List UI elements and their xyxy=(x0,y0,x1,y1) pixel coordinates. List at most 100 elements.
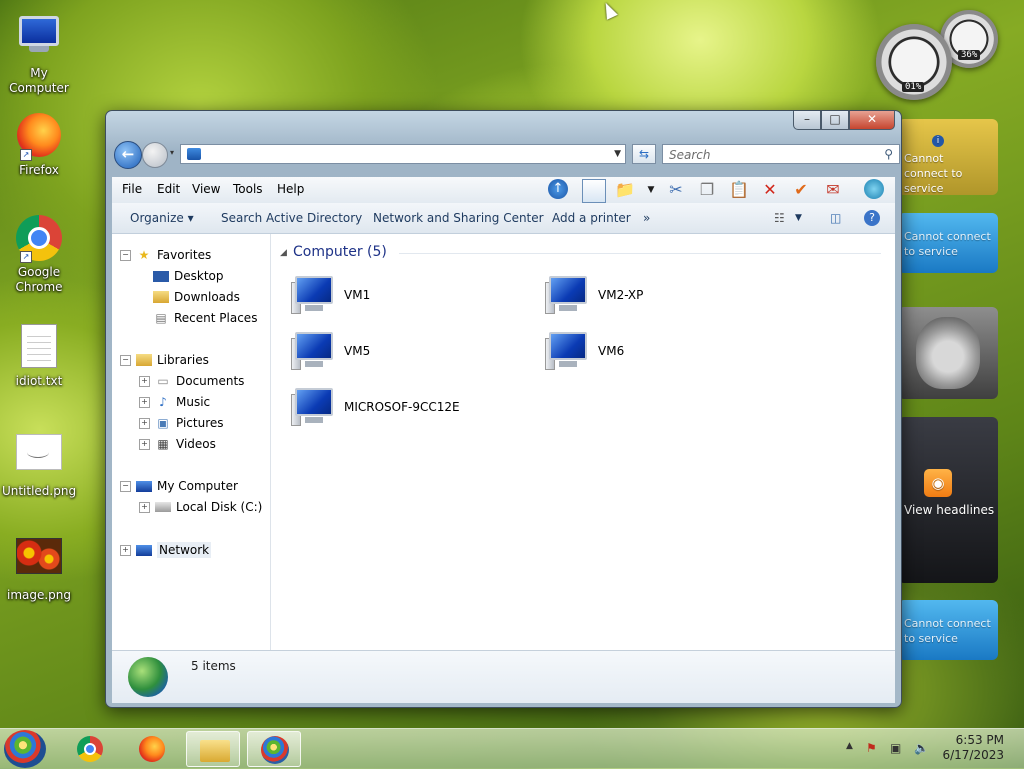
maximize-button[interactable]: □ xyxy=(821,111,849,130)
preview-pane-toggle-icon[interactable]: ◫ xyxy=(830,211,841,225)
item-label: MICROSOF-9CC12E xyxy=(344,400,460,414)
menu-edit[interactable]: Edit xyxy=(157,182,180,196)
videos-icon: ▦ xyxy=(157,437,169,451)
forward-button[interactable] xyxy=(142,142,168,168)
koala-photo xyxy=(916,317,980,389)
nav-videos[interactable]: + ▦ Videos xyxy=(139,437,216,451)
network-computer-item[interactable]: VM2-XP xyxy=(545,274,643,316)
action-center-icon[interactable]: ⚑ xyxy=(866,741,877,755)
organize-button[interactable]: Organize ▾ xyxy=(130,211,194,225)
search-active-directory-button[interactable]: Search Active Directory xyxy=(221,211,362,225)
preview-pane-icon[interactable] xyxy=(582,179,606,203)
more-commands-button[interactable]: » xyxy=(643,211,650,225)
refresh-icon: ⇆ xyxy=(638,147,650,161)
collapse-icon[interactable]: − xyxy=(120,354,131,366)
network-computer-item[interactable]: VM5 xyxy=(291,330,370,372)
nav-libraries[interactable]: − Libraries xyxy=(120,353,209,367)
globe-icon[interactable] xyxy=(864,179,884,199)
back-button[interactable]: ← xyxy=(114,141,142,169)
nav-pictures[interactable]: + ▣ Pictures xyxy=(139,416,224,430)
expand-icon[interactable]: + xyxy=(139,396,150,408)
nav-desktop[interactable]: Desktop xyxy=(153,269,224,283)
nav-recent-places[interactable]: ▤ Recent Places xyxy=(153,311,257,325)
desktop-icon-image-png[interactable]: image.png xyxy=(0,532,78,603)
slideshow-gadget[interactable] xyxy=(898,307,998,399)
desktop-icon-my-computer[interactable]: My Computer xyxy=(0,10,78,96)
caption-buttons: – □ ✕ xyxy=(793,111,895,130)
command-bar: Organize ▾ Search Active Directory Netwo… xyxy=(112,203,895,234)
taskbar-explorer[interactable] xyxy=(186,731,240,767)
weather-gadget-2[interactable]: Cannot connect to service xyxy=(898,600,998,660)
feed-headlines-gadget[interactable]: ◉ View headlines xyxy=(898,417,998,583)
weather-gadget[interactable]: Cannot connect to service xyxy=(898,213,998,273)
nav-documents[interactable]: + ▭ Documents xyxy=(139,374,244,388)
network-sharing-center-button[interactable]: Network and Sharing Center xyxy=(373,211,544,225)
desktop-icon-untitled-png[interactable]: Untitled.png xyxy=(0,428,78,499)
menu-file[interactable]: File xyxy=(122,182,142,196)
group-header[interactable]: Computer (5) xyxy=(293,244,387,260)
desktop-icon-idiot-txt[interactable]: idiot.txt xyxy=(0,324,78,389)
network-computer-icon xyxy=(291,330,337,372)
nav-network[interactable]: + Network xyxy=(120,542,212,558)
network-computer-item[interactable]: VM1 xyxy=(291,274,370,316)
delete-icon[interactable]: ✕ xyxy=(759,179,781,201)
nav-favorites[interactable]: − ★ Favorites xyxy=(120,248,211,262)
group-collapse-icon[interactable]: ◢ xyxy=(280,248,287,258)
system-clock[interactable]: 6:53 PM 6/17/2023 xyxy=(940,733,1004,763)
show-hidden-icons[interactable]: ▲ xyxy=(846,741,853,751)
menu-help[interactable]: Help xyxy=(277,182,304,196)
expand-icon[interactable]: + xyxy=(139,438,150,450)
taskbar-firefox[interactable] xyxy=(124,731,178,767)
view-headlines-link[interactable]: View headlines xyxy=(904,503,994,518)
start-button[interactable] xyxy=(4,730,46,768)
taskbar-chrome[interactable] xyxy=(62,731,116,767)
minimize-button[interactable]: – xyxy=(793,111,821,130)
memory-reading: 36% xyxy=(958,50,981,60)
network-computer-icon xyxy=(545,330,591,372)
expand-icon[interactable]: + xyxy=(120,544,131,556)
search-icon[interactable]: ⚲ xyxy=(884,147,893,161)
change-view-icon[interactable]: ☷ xyxy=(774,211,785,225)
copy-icon[interactable]: ❐ xyxy=(696,179,718,201)
item-label: VM5 xyxy=(344,344,371,358)
view-dropdown-icon[interactable]: ▼ xyxy=(795,213,802,223)
paste-icon[interactable]: 📋 xyxy=(728,179,750,201)
volume-icon[interactable]: 🔈 xyxy=(914,741,929,755)
close-button[interactable]: ✕ xyxy=(849,111,895,130)
explorer-window[interactable]: – □ ✕ ← ▾ ▼ ⇆ ⚲ File Edit View Tools Hel… xyxy=(105,110,902,708)
nav-local-disk[interactable]: + Local Disk (C:) xyxy=(139,500,262,514)
nav-downloads[interactable]: Downloads xyxy=(153,290,240,304)
email-icon[interactable]: ✉ xyxy=(822,179,844,201)
refresh-button[interactable]: ⇆ xyxy=(632,144,656,164)
expand-icon[interactable]: + xyxy=(139,375,150,387)
add-printer-button[interactable]: Add a printer xyxy=(552,211,631,225)
desktop-icon-firefox[interactable]: ↗ Firefox xyxy=(0,113,78,178)
dropdown-arrow-icon[interactable]: ▼ xyxy=(640,179,662,201)
search-input[interactable] xyxy=(667,146,871,164)
nav-music[interactable]: + ♪ Music xyxy=(139,395,210,409)
recent-pages-dropdown[interactable]: ▾ xyxy=(170,148,174,157)
address-dropdown-icon[interactable]: ▼ xyxy=(614,145,621,163)
expand-icon[interactable]: + xyxy=(139,417,150,429)
expand-icon[interactable]: + xyxy=(139,501,150,513)
help-icon[interactable]: ? xyxy=(864,210,880,226)
currency-gadget[interactable]: i Cannot connect to service xyxy=(898,119,998,195)
collapse-icon[interactable]: − xyxy=(120,480,131,492)
network-computer-item[interactable]: VM6 xyxy=(545,330,624,372)
menu-view[interactable]: View xyxy=(192,182,220,196)
collapse-icon[interactable]: − xyxy=(120,249,131,261)
search-box[interactable]: ⚲ xyxy=(662,144,900,164)
up-folder-icon[interactable]: ↑ xyxy=(548,179,568,199)
cut-icon[interactable]: ✂ xyxy=(665,179,687,201)
taskbar-windows[interactable] xyxy=(247,731,301,767)
checkmark-icon[interactable]: ✔ xyxy=(790,179,812,201)
cpu-gauge-gadget[interactable]: 01% xyxy=(876,24,952,100)
desktop-icon-google-chrome[interactable]: ↗ Google Chrome xyxy=(0,215,78,295)
menu-tools[interactable]: Tools xyxy=(233,182,263,196)
network-tray-icon[interactable]: ▣ xyxy=(890,741,901,755)
folder-options-icon[interactable]: 📁 xyxy=(614,179,636,201)
image-file-icon xyxy=(16,434,62,480)
nav-my-computer[interactable]: − My Computer xyxy=(120,479,238,493)
network-computer-item[interactable]: MICROSOF-9CC12E xyxy=(291,386,460,428)
address-bar[interactable]: ▼ xyxy=(180,144,626,164)
